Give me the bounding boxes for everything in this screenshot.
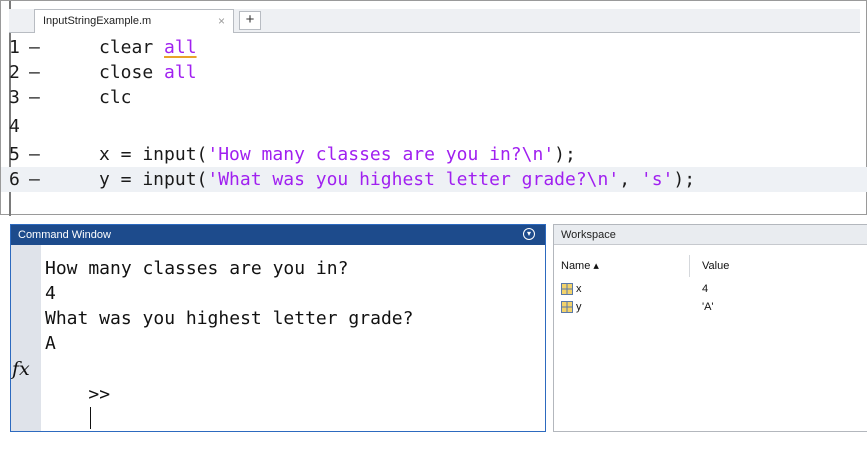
code-token: , (619, 169, 641, 190)
code-line[interactable]: 2– close all (1, 60, 867, 85)
code-line[interactable]: 3– clc (1, 85, 867, 110)
string-literal: 'What was you highest letter grade?\n' (207, 169, 620, 190)
editor-panel: InputStringExample.m × + 1– clear all 2– cl… (0, 0, 867, 216)
breakpoint-marker[interactable]: – (29, 142, 47, 167)
close-icon[interactable]: × (218, 10, 225, 32)
keyword: all (164, 37, 197, 58)
prompt-symbol: >> (88, 384, 111, 405)
code-text: clear all (99, 35, 197, 60)
variable-name: y (576, 301, 582, 313)
column-header-value[interactable]: Value (702, 255, 729, 277)
command-window-gutter (11, 245, 41, 431)
variable-value: 'A' (702, 301, 714, 313)
column-header-name[interactable]: Name ▴ (561, 255, 599, 277)
code-line[interactable]: 6– y = input('What was you highest letter… (1, 167, 867, 192)
breakpoint-marker[interactable]: – (29, 60, 47, 85)
column-divider[interactable] (689, 255, 690, 277)
line-number: 6 (9, 169, 20, 190)
code-token: ); (554, 144, 576, 165)
command-window-title: Command Window (18, 229, 111, 241)
function-browser-icon[interactable]: fx (12, 358, 30, 380)
line-number: 4 (9, 116, 20, 137)
text-cursor (90, 407, 92, 429)
command-output-line: How many classes are you in? (45, 258, 349, 279)
code-token: x = input( (99, 144, 208, 165)
command-output-line: A (45, 333, 56, 354)
code-text: close all (99, 60, 197, 85)
command-prompt-line[interactable]: >> (45, 357, 110, 457)
command-window-header: Command Window ▾ (11, 225, 545, 245)
workspace-title: Workspace (561, 229, 616, 241)
string-literal: 'How many classes are you in?\n' (207, 144, 555, 165)
code-token: clear (99, 37, 165, 58)
workspace-panel: Workspace Name ▴ Value x 4 y 'A' (553, 224, 867, 432)
variable-value: 4 (702, 283, 709, 295)
string-literal: 's' (640, 169, 674, 190)
add-tab-button[interactable]: + (239, 11, 261, 30)
workspace-row[interactable]: y 'A' (554, 299, 867, 315)
workspace-header: Workspace (554, 225, 867, 245)
tab-title: InputStringExample.m (43, 15, 152, 27)
breakpoint-marker[interactable]: – (29, 35, 47, 60)
code-token: ); (673, 169, 696, 190)
command-output-line: What was you highest letter grade? (45, 308, 414, 329)
command-output-line: 4 (45, 283, 56, 304)
code-text: clc (99, 85, 132, 110)
code-line[interactable]: 5– x = input('How many classes are you in… (1, 142, 867, 167)
panel-options-icon[interactable]: ▾ (523, 228, 535, 240)
breakpoint-marker[interactable]: – (29, 167, 47, 192)
code-token: clc (99, 87, 132, 108)
breakpoint-marker[interactable]: – (29, 85, 47, 110)
keyword: all (164, 62, 197, 83)
variable-name: x (576, 283, 582, 295)
command-window[interactable]: Command Window ▾ How many classes are yo… (10, 224, 546, 432)
line-number: 3 (9, 87, 20, 108)
code-token: y = input( (99, 169, 208, 190)
code-text: y = input('What was you highest letter g… (99, 167, 695, 192)
tab-inputstringexample[interactable]: InputStringExample.m × (34, 9, 234, 33)
editor-tabbar: InputStringExample.m × + (9, 9, 860, 33)
double-array-icon (561, 283, 573, 295)
workspace-column-headers: Name ▴ Value (554, 255, 867, 277)
code-text: x = input('How many classes are you in?\… (99, 142, 576, 167)
char-array-icon (561, 301, 573, 313)
code-line[interactable]: 1– clear all (1, 35, 867, 60)
workspace-row[interactable]: x 4 (554, 281, 867, 297)
code-token: close (99, 62, 165, 83)
line-number: 5 (9, 144, 20, 165)
code-line[interactable]: 4 (1, 114, 867, 139)
line-number: 2 (9, 62, 20, 83)
line-number: 1 (9, 37, 20, 58)
